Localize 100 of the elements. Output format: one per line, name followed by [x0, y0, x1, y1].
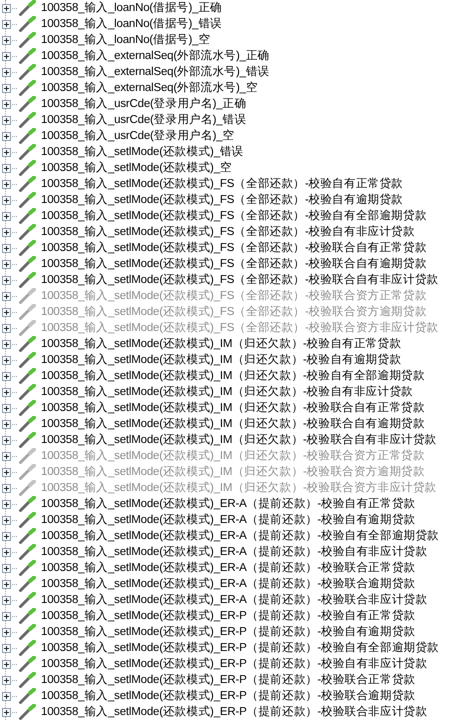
tree-item[interactable]: 100358_输入_usrCde(登录用户名)_错误 — [41, 112, 246, 128]
expand-button[interactable] — [2, 180, 11, 188]
expand-button[interactable] — [2, 68, 11, 76]
expand-button[interactable] — [2, 564, 11, 572]
tree-item[interactable]: 100358_输入_setlMode(还款模式)_IM（归还欠款）-校验自有逾期贷款 — [41, 352, 402, 368]
dropper-icon — [19, 656, 36, 672]
expand-button[interactable] — [2, 548, 11, 556]
tree-item[interactable]: 100358_输入_setlMode(还款模式)_ER-A（提前还款）-校验联合非应计贷款 — [41, 592, 428, 608]
dropper-icon — [19, 336, 36, 352]
expand-button[interactable] — [2, 4, 11, 12]
expand-button[interactable] — [2, 676, 11, 684]
tree-item[interactable]: 100358_输入_setlMode(还款模式)_ER-A（提前还款）-校验自有非应计贷款 — [41, 544, 428, 560]
dropper-icon — [19, 80, 36, 96]
expand-button[interactable] — [2, 100, 11, 108]
tree-item[interactable]: 100358_输入_setlMode(还款模式)_ER-A（提前还款）-校验自有正常贷款 — [41, 496, 416, 512]
tree-item[interactable]: 100358_输入_setlMode(还款模式)_错误 — [41, 144, 244, 160]
expand-button[interactable] — [2, 164, 11, 172]
dropper-icon — [19, 672, 36, 688]
tree-item[interactable]: 100358_输入_usrCde(登录用户名)_正确 — [41, 96, 246, 112]
dropper-icon — [19, 592, 36, 608]
dropper-icon — [19, 416, 36, 432]
expand-button[interactable] — [2, 36, 11, 44]
expand-button[interactable] — [2, 388, 11, 396]
expand-button[interactable] — [2, 708, 11, 716]
expand-button[interactable] — [2, 52, 11, 60]
tree-item[interactable]: 100358_输入_setlMode(还款模式)_IM（归还欠款）-校验联合自有非应计贷款 — [41, 432, 436, 448]
tree-item[interactable]: 100358_输入_setlMode(还款模式)_FS（全部还款）-校验联合自有逾期贷款 — [41, 256, 427, 272]
dropper-icon — [19, 160, 36, 176]
tree-item[interactable]: 100358_输入_externalSeq(外部流水号)_空 — [41, 80, 258, 96]
tree-item[interactable]: 100358_输入_setlMode(还款模式)_FS（全部还款）-校验自有逾期贷款 — [41, 192, 404, 208]
expand-button[interactable] — [2, 596, 11, 604]
tree-item[interactable]: 100358_输入_setlMode(还款模式)_IM（归还欠款）-校验自有全部逾期贷款 — [41, 368, 425, 384]
dropper-icon — [19, 464, 36, 480]
tree-item[interactable]: 100358_输入_setlMode(还款模式)_ER-P（提前还款）-校验自有正常贷款 — [41, 608, 416, 624]
dropper-icon — [19, 304, 36, 320]
dropper-icon — [19, 32, 36, 48]
dropper-icon — [19, 144, 36, 160]
tree-item[interactable]: 100358_输入_setlMode(还款模式)_FS（全部还款）-校验自有全部逾期贷款 — [41, 208, 427, 224]
tree-item[interactable]: 100358_输入_setlMode(还款模式)_IM（归还欠款）-校验自有正常贷款 — [41, 336, 402, 352]
expand-button[interactable] — [2, 660, 11, 668]
tree-item[interactable]: 100358_输入_setlMode(还款模式)_ER-A（提前还款）-校验自有全部逾期贷款 — [41, 528, 439, 544]
tree-item[interactable]: 100358_输入_setlMode(还款模式)_ER-P（提前还款）-校验自有逾期贷款 — [41, 624, 416, 640]
expand-button[interactable] — [2, 276, 11, 284]
dropper-icon — [19, 192, 36, 208]
expand-button[interactable] — [2, 500, 11, 508]
tree-item[interactable]: 100358_输入_setlMode(还款模式)_ER-P（提前还款）-校验自有全部逾期贷款 — [41, 640, 439, 656]
dropper-icon — [19, 0, 36, 16]
dropper-icon — [19, 480, 36, 496]
dropper-icon — [19, 240, 36, 256]
expand-button[interactable] — [2, 212, 11, 220]
expand-button[interactable] — [2, 644, 11, 652]
dropper-icon — [19, 624, 36, 640]
tree-item[interactable]: 100358_输入_loanNo(借据号)_正确 — [41, 0, 222, 16]
dropper-icon — [19, 112, 36, 128]
tree-item[interactable]: 100358_输入_usrCde(登录用户名)_空 — [41, 128, 234, 144]
expand-button[interactable] — [2, 228, 11, 236]
tree-item[interactable]: 100358_输入_setlMode(还款模式)_FS（全部还款）-校验自有非应计贷款 — [41, 224, 415, 240]
tree-item[interactable]: 100358_输入_setlMode(还款模式)_ER-A（提前还款）-校验联合正常贷款 — [41, 560, 416, 576]
expand-button[interactable] — [2, 340, 11, 348]
tree-item[interactable]: 100358_输入_setlMode(还款模式)_IM（归还欠款）-校验联合自有逾期贷款 — [41, 416, 425, 432]
expand-button[interactable] — [2, 148, 11, 156]
tree-item[interactable]: 100358_输入_setlMode(还款模式)_IM（归还欠款）-校验联合自有正常贷款 — [41, 400, 425, 416]
dropper-icon — [19, 704, 36, 720]
tree-item[interactable]: 100358_输入_setlMode(还款模式)_ER-P（提前还款）-校验联合非应计贷款 — [41, 704, 428, 720]
expand-button[interactable] — [2, 516, 11, 524]
tree-item[interactable]: 100358_输入_loanNo(借据号)_错误 — [41, 16, 222, 32]
expand-button[interactable] — [2, 404, 11, 412]
tree-item[interactable]: 100358_输入_setlMode(还款模式)_ER-A（提前还款）-校验自有逾期贷款 — [41, 512, 416, 528]
expand-button[interactable] — [2, 628, 11, 636]
tree-item[interactable]: 100358_输入_setlMode(还款模式)_FS（全部还款）-校验联合自有非应计贷款 — [41, 272, 438, 288]
expand-button[interactable] — [2, 84, 11, 92]
tree-item[interactable]: 100358_输入_setlMode(还款模式)_ER-P（提前还款）-校验联合正常贷款 — [41, 672, 416, 688]
expand-button[interactable] — [2, 132, 11, 140]
tree-item[interactable]: 100358_输入_setlMode(还款模式)_空 — [41, 160, 232, 176]
expand-button[interactable] — [2, 436, 11, 444]
tree-item[interactable]: 100358_输入_setlMode(还款模式)_FS（全部还款）-校验自有正常贷款 — [41, 176, 404, 192]
tree-item[interactable]: 100358_输入_setlMode(还款模式)_FS（全部还款）-校验联合自有正常贷款 — [41, 240, 427, 256]
tree-item[interactable]: 100358_输入_loanNo(借据号)_空 — [41, 32, 210, 48]
tree-item[interactable]: 100358_输入_externalSeq(外部流水号)_错误 — [41, 64, 270, 80]
dropper-icon — [19, 400, 36, 416]
tree-item[interactable]: 100358_输入_setlMode(还款模式)_IM（归还欠款）-校验自有非应计贷款 — [41, 384, 413, 400]
expand-button[interactable] — [2, 692, 11, 700]
expand-button[interactable] — [2, 372, 11, 380]
expand-button[interactable] — [2, 260, 11, 268]
tree-item[interactable]: 100358_输入_externalSeq(外部流水号)_正确 — [41, 48, 270, 64]
expand-button[interactable] — [2, 116, 11, 124]
expand-button[interactable] — [2, 612, 11, 620]
expand-button[interactable] — [2, 244, 11, 252]
expand-button[interactable] — [2, 356, 11, 364]
expand-button[interactable] — [2, 196, 11, 204]
expand-button[interactable] — [2, 20, 11, 28]
tree-item[interactable]: 100358_输入_setlMode(还款模式)_ER-P（提前还款）-校验自有非应计贷款 — [41, 656, 428, 672]
dropper-icon — [19, 576, 36, 592]
dropper-icon — [19, 368, 36, 384]
dropper-icon — [19, 496, 36, 512]
tree-item[interactable]: 100358_输入_setlMode(还款模式)_ER-A（提前还款）-校验联合逾期贷款 — [41, 576, 416, 592]
expand-button[interactable] — [2, 420, 11, 428]
tree-item[interactable]: 100358_输入_setlMode(还款模式)_ER-P（提前还款）-校验联合逾期贷款 — [41, 688, 416, 704]
expand-button[interactable] — [2, 580, 11, 588]
expand-button[interactable] — [2, 532, 11, 540]
